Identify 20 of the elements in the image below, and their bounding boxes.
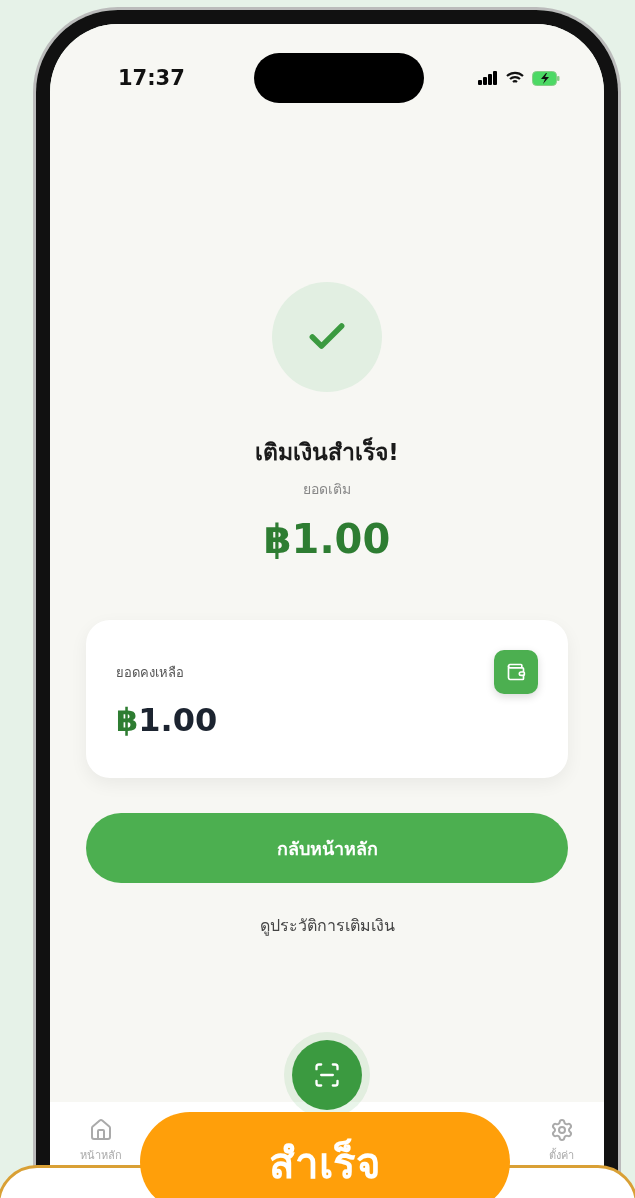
settings-icon <box>549 1118 574 1142</box>
nav-item[interactable]: ตั้งค่า <box>549 1102 574 1164</box>
home-button[interactable]: กลับหน้าหลัก <box>86 813 568 883</box>
status-time: 17:37 <box>118 66 186 90</box>
balance-amount: ฿1.00 <box>116 701 218 739</box>
success-title: เติมเงินสำเร็จ! <box>255 436 399 467</box>
topup-amount: ฿1.00 <box>263 515 391 564</box>
nav-item[interactable]: หน้าหลัก <box>80 1102 122 1164</box>
success-banner: สำเร็จ <box>140 1112 510 1198</box>
signal-icon <box>478 71 498 85</box>
wallet-button[interactable] <box>494 650 538 694</box>
amount-label: ยอดเติม <box>303 480 351 499</box>
wifi-icon <box>506 71 524 85</box>
scan-button[interactable] <box>292 1040 362 1110</box>
scan-icon <box>313 1061 341 1089</box>
wallet-icon <box>506 662 526 682</box>
balance-label: ยอดคงเหลือ <box>116 664 185 682</box>
history-link[interactable]: ดูประวัติการเติมเงิน <box>259 913 395 938</box>
battery-icon <box>532 70 560 86</box>
home-icon <box>89 1118 113 1142</box>
